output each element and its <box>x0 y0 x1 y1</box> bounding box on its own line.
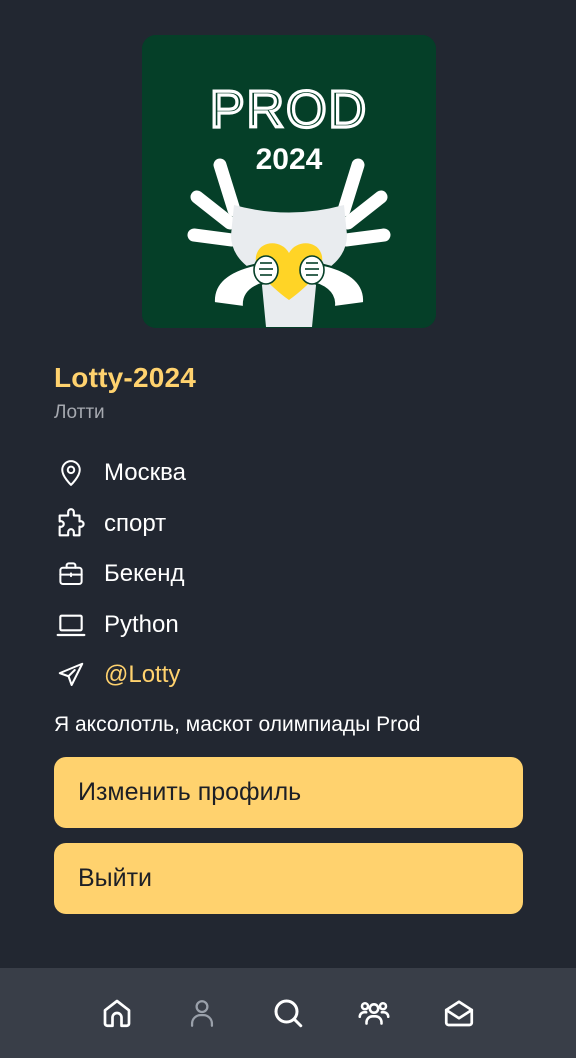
axolotl-mascot-image: PROD 2024 <box>142 35 436 328</box>
info-row-city: Москва <box>54 448 524 499</box>
search-icon <box>274 999 303 1028</box>
home-icon <box>103 999 131 1028</box>
location-pin-icon <box>54 456 88 490</box>
profile-info-list: Москва спорт Бекенд Python @Lotty <box>54 448 524 701</box>
info-hobby-text: спорт <box>104 509 167 537</box>
info-row-telegram[interactable]: @Lotty <box>54 650 524 701</box>
info-city-text: Москва <box>104 459 186 487</box>
logout-button[interactable]: Выйти <box>54 843 523 914</box>
info-row-job: Бекенд <box>54 549 524 600</box>
brand-logo-text: PROD <box>210 81 368 139</box>
profile-bio: Я аксолотль, маскот олимпиады Prod <box>54 713 421 736</box>
telegram-link[interactable]: @Lotty <box>104 661 180 689</box>
brand-year-text: 2024 <box>256 143 323 176</box>
laptop-icon <box>54 608 88 642</box>
briefcase-icon <box>54 557 88 591</box>
people-icon <box>358 1001 390 1025</box>
paper-plane-icon <box>54 658 88 692</box>
profile-screen: PROD 2024 Lotty-2024 Лотти Москва спорт … <box>0 0 576 1058</box>
info-job-text: Бекенд <box>104 560 185 588</box>
avatar: PROD 2024 <box>142 35 436 328</box>
info-row-stack: Python <box>54 600 524 651</box>
mail-icon <box>445 1000 474 1027</box>
nav-people[interactable] <box>344 983 404 1043</box>
nav-search[interactable] <box>258 983 318 1043</box>
bottom-navigation <box>0 968 576 1058</box>
info-stack-text: Python <box>104 610 179 638</box>
edit-profile-button[interactable]: Изменить профиль <box>54 757 523 828</box>
nav-home[interactable] <box>87 983 147 1043</box>
profile-display-name: Лотти <box>54 402 105 423</box>
profile-username: Lotty-2024 <box>54 362 197 393</box>
nav-profile[interactable] <box>172 983 232 1043</box>
info-row-hobby: спорт <box>54 499 524 550</box>
puzzle-icon <box>54 507 88 541</box>
profile-icon <box>191 1000 214 1027</box>
nav-messages[interactable] <box>429 983 489 1043</box>
